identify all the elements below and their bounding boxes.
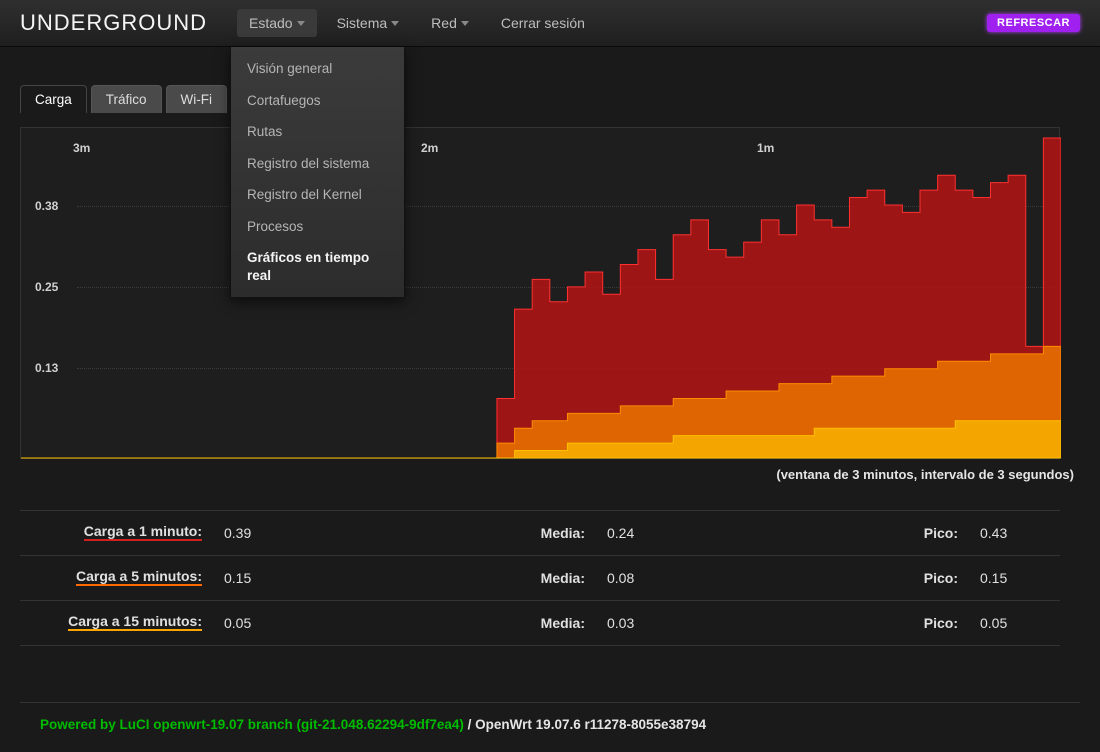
media-label: Media: (515, 570, 585, 586)
footer-version: OpenWrt 19.07.6 r11278-8055e38794 (475, 717, 706, 732)
footer: Powered by LuCI openwrt-19.07 branch (gi… (20, 702, 1080, 732)
row-value: 0.05 (202, 615, 292, 631)
tab-carga[interactable]: Carga (20, 85, 87, 113)
dropdown-item-kernellog[interactable]: Registro del Kernel (231, 179, 404, 211)
footer-link[interactable]: Powered by LuCI openwrt-19.07 branch (gi… (40, 717, 464, 732)
nav-red-label: Red (431, 15, 457, 31)
pico-label: Pico: (898, 615, 958, 631)
refresh-button[interactable]: REFRESCAR (987, 14, 1080, 32)
row-label: Carga a 5 minutos: (32, 568, 202, 588)
table-row: Carga a 5 minutos: 0.15 Media: 0.08 Pico… (20, 556, 1060, 601)
nav-sistema-label: Sistema (337, 15, 388, 31)
row-value: 0.15 (202, 570, 292, 586)
media-value: 0.08 (585, 570, 675, 586)
row-label: Carga a 1 minuto: (32, 523, 202, 543)
nav-bar: Estado Sistema Red Cerrar sesión (237, 9, 597, 37)
estado-dropdown: Visión general Cortafuegos Rutas Registr… (230, 47, 405, 298)
chart-caption: (ventana de 3 minutos, intervalo de 3 se… (20, 467, 1080, 482)
media-value: 0.24 (585, 525, 675, 541)
dropdown-item-processes[interactable]: Procesos (231, 211, 404, 243)
dropdown-item-overview[interactable]: Visión general (231, 53, 404, 85)
load-summary-table: Carga a 1 minuto: 0.39 Media: 0.24 Pico:… (20, 510, 1060, 646)
nav-logout[interactable]: Cerrar sesión (489, 9, 597, 37)
nav-red[interactable]: Red (419, 9, 481, 37)
caret-down-icon (391, 21, 399, 26)
pico-label: Pico: (898, 525, 958, 541)
nav-logout-label: Cerrar sesión (501, 15, 585, 31)
caret-down-icon (297, 21, 305, 26)
pico-value: 0.43 (958, 525, 1048, 541)
brand-title[interactable]: UNDERGROUND (20, 10, 207, 36)
content-area: Carga Tráfico Wi-Fi Co 3m 2m 1m 0.38 0.2… (0, 47, 1100, 752)
top-header: UNDERGROUND Estado Sistema Red Cerrar se… (0, 0, 1100, 47)
row-value: 0.39 (202, 525, 292, 541)
dropdown-item-realtime[interactable]: Gráficos en tiempo real (231, 242, 404, 291)
dropdown-item-syslog[interactable]: Registro del sistema (231, 148, 404, 180)
row-label: Carga a 15 minutos: (32, 613, 202, 633)
caret-down-icon (461, 21, 469, 26)
load-chart: 3m 2m 1m 0.38 0.25 0.13 (20, 127, 1060, 459)
media-value: 0.03 (585, 615, 675, 631)
tab-trafico[interactable]: Tráfico (91, 85, 162, 113)
media-label: Media: (515, 525, 585, 541)
pico-label: Pico: (898, 570, 958, 586)
table-row: Carga a 15 minutos: 0.05 Media: 0.03 Pic… (20, 601, 1060, 646)
pico-value: 0.05 (958, 615, 1048, 631)
tab-wifi[interactable]: Wi-Fi (166, 85, 227, 113)
nav-estado[interactable]: Estado (237, 9, 317, 37)
dropdown-item-firewall[interactable]: Cortafuegos (231, 85, 404, 117)
nav-estado-label: Estado (249, 15, 293, 31)
nav-sistema[interactable]: Sistema (325, 9, 412, 37)
footer-sep: / (464, 717, 475, 732)
table-row: Carga a 1 minuto: 0.39 Media: 0.24 Pico:… (20, 510, 1060, 556)
pico-value: 0.15 (958, 570, 1048, 586)
tabs-bar: Carga Tráfico Wi-Fi Co (20, 85, 1080, 113)
media-label: Media: (515, 615, 585, 631)
dropdown-item-routes[interactable]: Rutas (231, 116, 404, 148)
chart-svg (21, 128, 1061, 460)
